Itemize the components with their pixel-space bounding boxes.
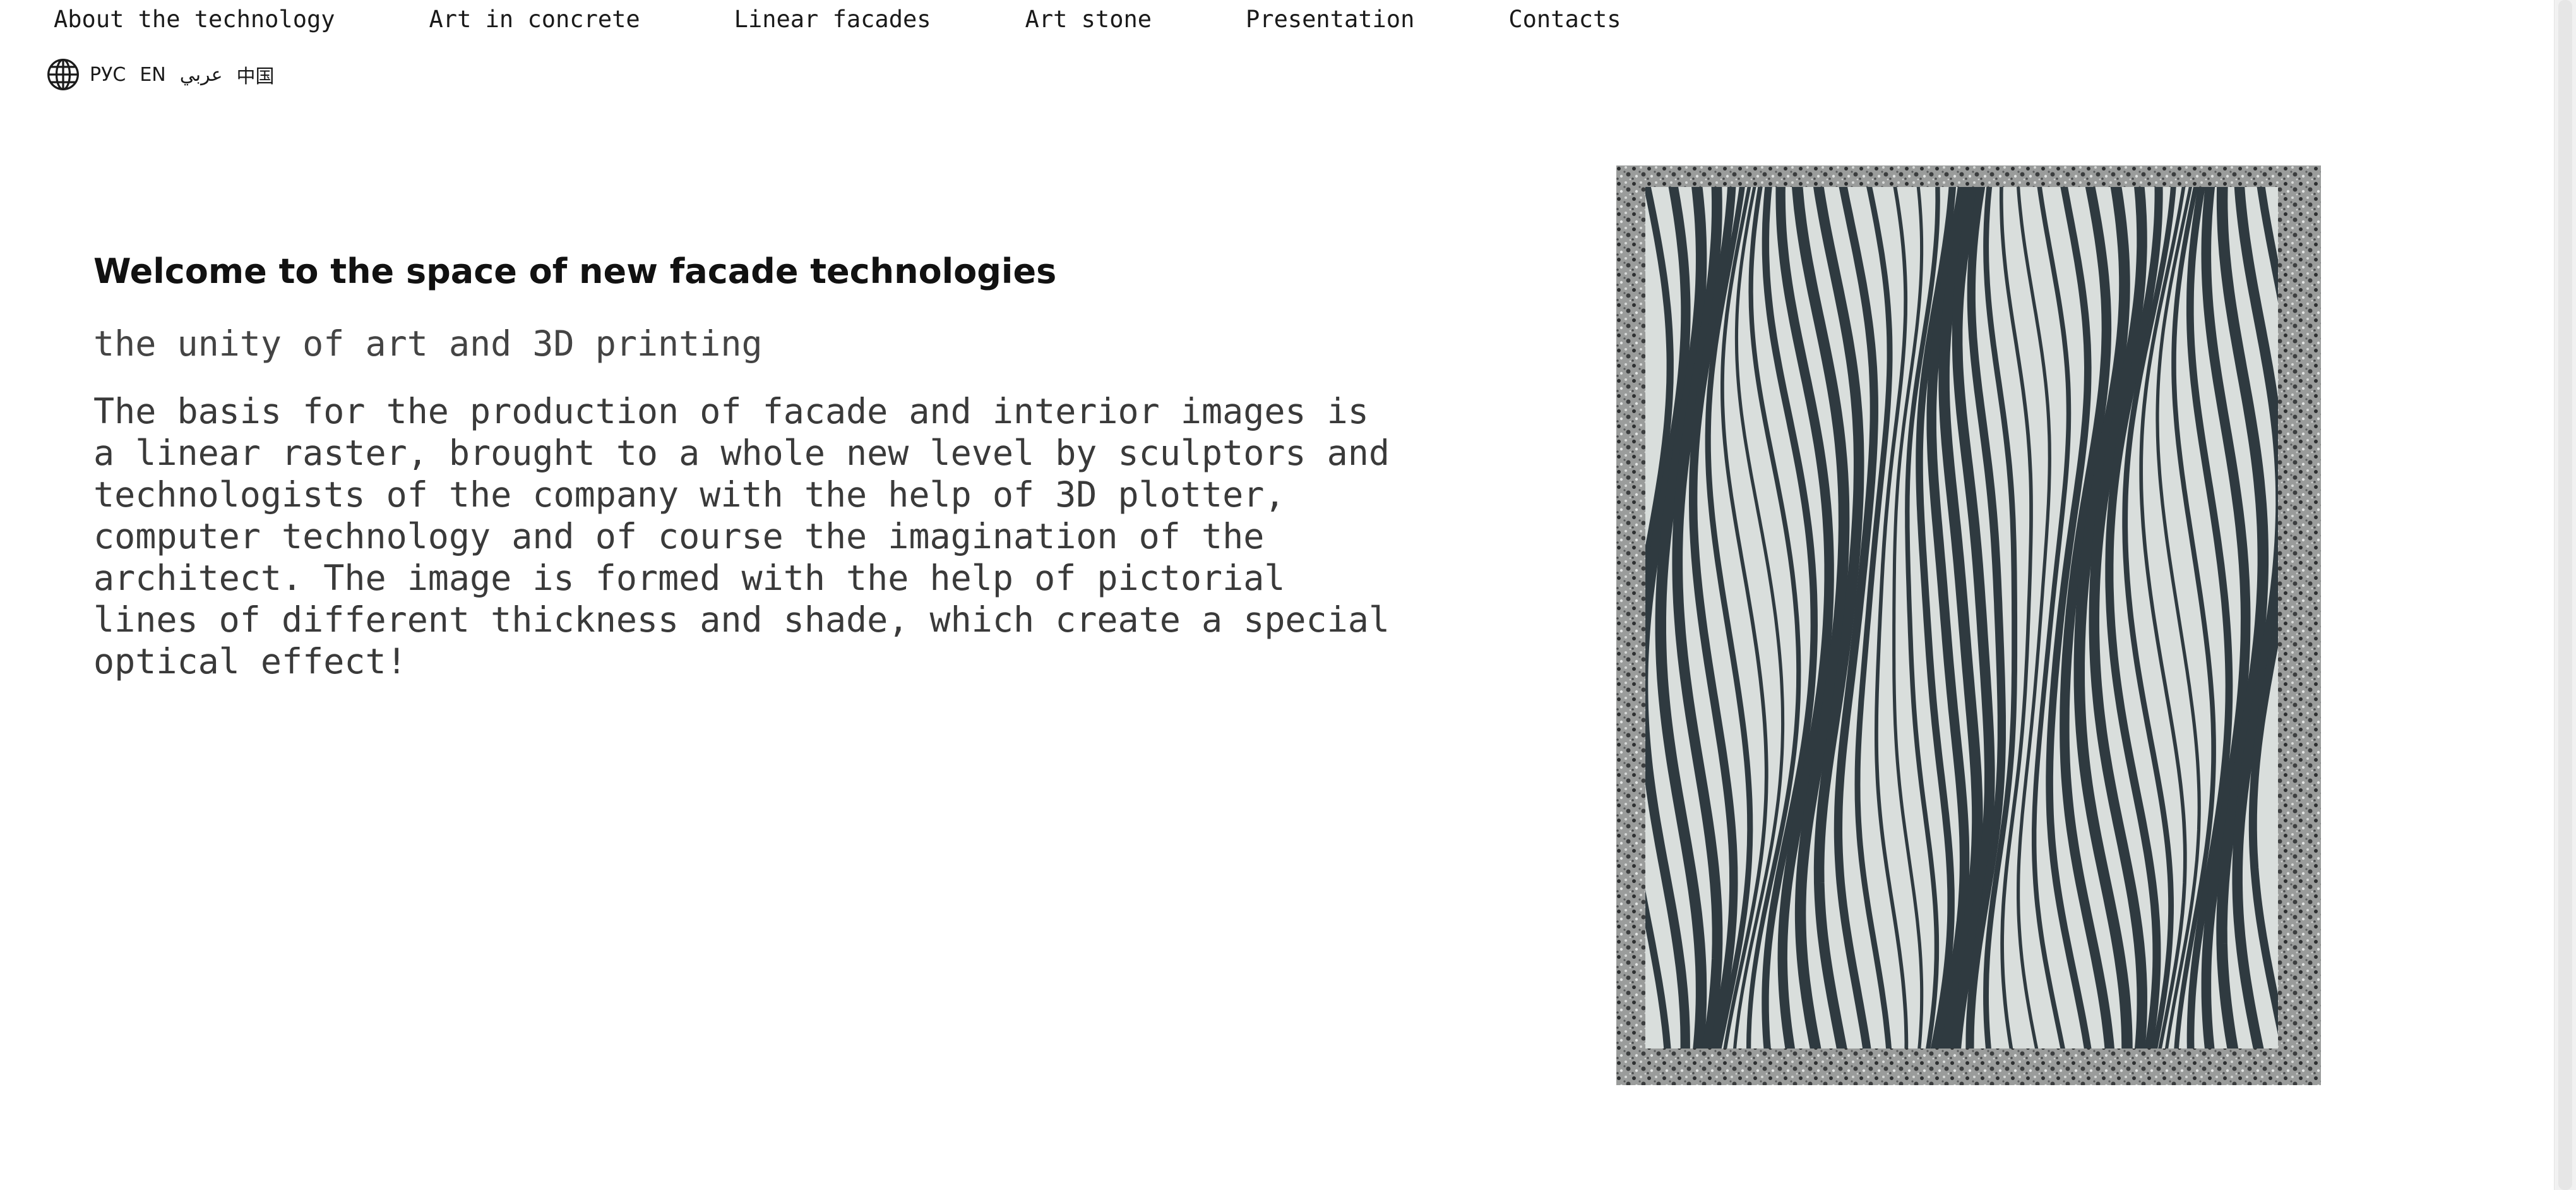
scrollbar-thumb[interactable] [2558, 0, 2572, 1190]
page-subtitle: the unity of art and 3D printing [93, 323, 763, 364]
artwork-canvas [1616, 165, 2321, 1085]
page-scrollbar[interactable] [2554, 0, 2576, 1190]
nav-linear-facades[interactable]: Linear facades [734, 4, 931, 35]
intro-paragraph: The basis for the production of facade a… [93, 391, 1390, 682]
language-ru[interactable]: РУС [90, 64, 126, 86]
language-en[interactable]: EN [140, 64, 165, 86]
nav-contacts[interactable]: Contacts [1508, 4, 1621, 35]
language-switcher: РУС EN عربي 中国 [45, 57, 275, 92]
language-ar[interactable]: عربي [180, 64, 223, 86]
top-navigation: About the technology Art in concrete Lin… [54, 4, 1621, 35]
nav-about-technology[interactable]: About the technology [54, 4, 335, 35]
linear-raster-artwork-image [1616, 165, 2321, 1085]
nav-art-stone[interactable]: Art stone [1025, 4, 1152, 35]
nav-presentation[interactable]: Presentation [1246, 4, 1414, 35]
nav-art-in-concrete[interactable]: Art in concrete [429, 4, 640, 35]
language-zh[interactable]: 中国 [237, 61, 275, 88]
page-title: Welcome to the space of new facade techn… [93, 251, 1057, 291]
globe-icon[interactable] [45, 57, 81, 92]
